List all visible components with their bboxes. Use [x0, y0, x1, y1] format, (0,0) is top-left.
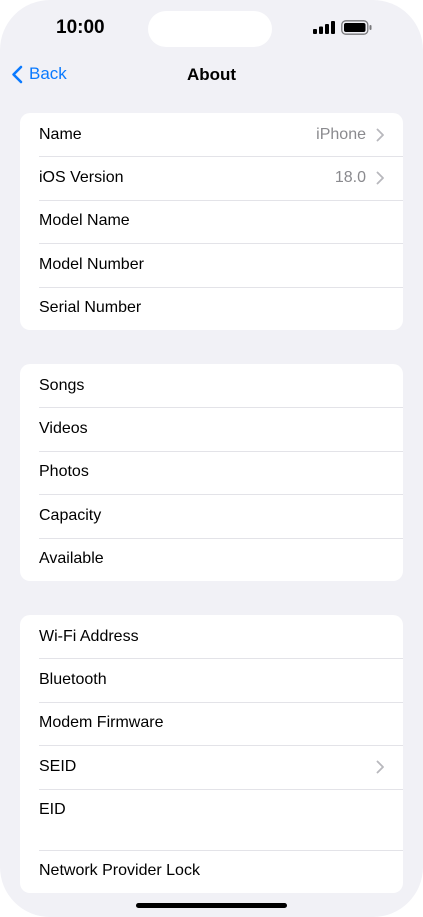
navigation-bar: Back About: [0, 58, 423, 94]
home-indicator[interactable]: [136, 903, 287, 908]
row-wifi-address[interactable]: Wi-Fi Address: [20, 615, 403, 658]
row-value: 18.0: [334, 169, 366, 187]
row-label: EID: [39, 800, 66, 818]
row-bluetooth[interactable]: Bluetooth: [20, 658, 403, 701]
chevron-right-icon: [376, 760, 384, 774]
row-label: Photos: [39, 463, 89, 481]
dynamic-island: [148, 11, 272, 47]
row-ios-version[interactable]: iOS Version 18.0: [20, 156, 403, 199]
row-serial-number[interactable]: Serial Number: [20, 286, 403, 330]
row-seid[interactable]: SEID: [20, 745, 403, 788]
row-capacity[interactable]: Capacity: [20, 494, 403, 537]
row-label: Model Number: [39, 255, 144, 273]
device-info-group: Name iPhone iOS Version 18.0 Model Name …: [20, 113, 403, 330]
row-label: iOS Version: [39, 169, 124, 187]
chevron-right-icon: [376, 171, 384, 185]
row-name[interactable]: Name iPhone: [20, 113, 403, 156]
row-label: Serial Number: [39, 299, 142, 317]
row-label: Name: [39, 125, 82, 143]
chevron-right-icon: [376, 128, 384, 142]
row-label: Network Provider Lock: [39, 862, 200, 880]
media-storage-group: Songs Videos Photos Capacity Available: [20, 364, 403, 581]
row-label: SEID: [39, 757, 77, 775]
row-modem-firmware[interactable]: Modem Firmware: [20, 701, 403, 745]
row-model-name[interactable]: Model Name: [20, 199, 403, 243]
row-eid[interactable]: EID: [20, 788, 403, 850]
status-time: 10:00: [56, 17, 105, 38]
row-songs[interactable]: Songs: [20, 364, 403, 407]
row-label: Videos: [39, 420, 88, 438]
row-label: Capacity: [39, 506, 102, 524]
row-label: Wi-Fi Address: [39, 627, 139, 645]
row-value: iPhone: [316, 125, 366, 143]
cellular-signal-icon: [313, 21, 335, 34]
phone-screen: 10:00 Back About Name iPhone iOS Version…: [0, 0, 423, 917]
row-label: Modem Firmware: [39, 714, 164, 732]
row-available[interactable]: Available: [20, 537, 403, 581]
page-title: About: [186, 65, 237, 84]
row-label: Bluetooth: [39, 671, 107, 689]
row-label: Model Name: [39, 212, 130, 230]
row-photos[interactable]: Photos: [20, 450, 403, 494]
row-network-provider-lock[interactable]: Network Provider Lock: [20, 849, 403, 893]
row-model-number[interactable]: Model Number: [20, 243, 403, 286]
row-label: Songs: [39, 376, 85, 394]
status-bar: 10:00: [0, 0, 423, 60]
network-info-group: Wi-Fi Address Bluetooth Modem Firmware S…: [20, 615, 403, 893]
row-videos[interactable]: Videos: [20, 407, 403, 450]
battery-icon: [341, 20, 372, 35]
row-label: Available: [39, 550, 104, 568]
